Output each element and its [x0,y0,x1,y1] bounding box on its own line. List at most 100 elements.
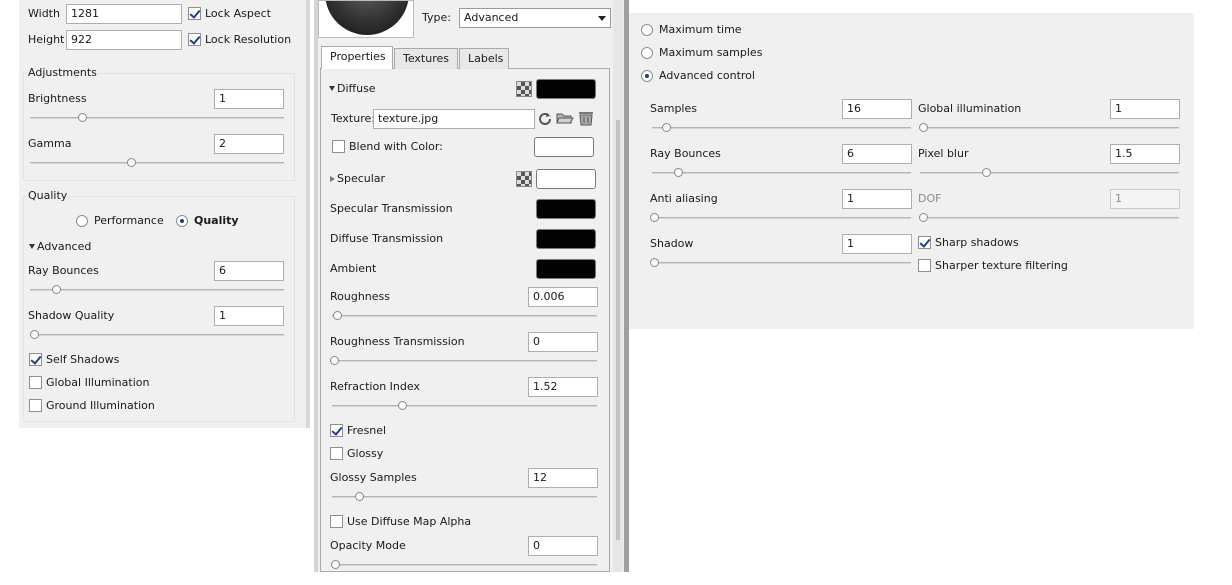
roughness-transmission-slider[interactable] [330,356,597,365]
diffuse-transmission-label: Diffuse Transmission [330,232,444,245]
width-label: Width [28,7,60,20]
shadow-input[interactable]: 1 [842,234,912,254]
tab-labels[interactable]: Labels [459,48,509,69]
diffuse-toggle[interactable]: Diffuse [329,82,376,96]
middle-scrollbar-thumb[interactable] [616,120,620,540]
right-ray-bounces-input[interactable]: 6 [842,144,912,164]
advanced-control-label: Advanced control [659,69,755,82]
lock-resolution-checkbox[interactable] [188,33,201,46]
height-input[interactable]: 922 [66,30,182,50]
samples-input[interactable]: 16 [842,99,912,119]
blend-color-swatch[interactable] [534,137,594,157]
anti-aliasing-slider[interactable] [650,213,911,222]
left-splitter[interactable] [306,0,310,428]
samples-slider[interactable] [652,123,911,132]
brightness-slider[interactable] [30,113,284,122]
pixel-blur-slider[interactable] [920,168,1179,177]
glossy-checkbox[interactable] [330,447,343,460]
gamma-slider-thumb[interactable] [127,158,136,167]
gi-slider[interactable] [919,123,1179,132]
specular-transmission-swatch[interactable] [536,199,596,219]
opacity-mode-input[interactable]: 0 [528,536,598,556]
max-time-label: Maximum time [659,23,742,36]
tab-properties[interactable]: Properties [321,46,393,69]
shadow-slider[interactable] [650,258,911,267]
lock-aspect-checkbox[interactable] [188,7,201,20]
roughness-transmission-input[interactable]: 0 [528,332,598,352]
fresnel-checkbox[interactable] [330,424,343,437]
use-diffuse-alpha-checkbox[interactable] [330,515,343,528]
chevron-right-icon [330,176,335,182]
trash-icon[interactable] [577,110,595,126]
global-illumination-checkbox[interactable] [29,376,42,389]
opacity-mode-slider[interactable] [331,560,597,569]
advanced-toggle[interactable]: Advanced [29,240,91,254]
ray-bounces-slider[interactable] [30,285,284,294]
right-panel [629,13,1194,329]
shadow-quality-label: Shadow Quality [28,309,115,322]
shadow-quality-slider[interactable] [30,330,284,339]
samples-slider-thumb[interactable] [662,123,671,132]
gi-slider-thumb[interactable] [919,123,928,132]
checker-icon[interactable] [516,171,532,187]
diffuse-transmission-swatch[interactable] [536,229,596,249]
pixel-blur-slider-thumb[interactable] [982,168,991,177]
specular-label: Specular [337,172,386,185]
performance-radio[interactable] [76,215,88,227]
shadow-slider-thumb[interactable] [650,258,659,267]
specular-transmission-label: Specular Transmission [330,202,453,215]
self-shadows-checkbox[interactable] [29,353,42,366]
brightness-slider-thumb[interactable] [78,113,87,122]
gamma-input[interactable]: 2 [214,134,284,154]
folder-open-icon[interactable] [556,111,574,125]
texture-input[interactable]: texture.jpg [373,109,535,129]
glossy-samples-input[interactable]: 12 [528,468,598,488]
shadow-quality-slider-thumb[interactable] [30,330,39,339]
self-shadows-label: Self Shadows [46,353,120,366]
brightness-input[interactable]: 1 [214,89,284,109]
roughness-transmission-slider-thumb[interactable] [330,356,339,365]
roughness-input[interactable]: 0.006 [528,287,598,307]
refraction-index-slider[interactable] [332,401,597,410]
specular-color-swatch[interactable] [536,169,596,189]
max-samples-radio[interactable] [641,47,653,59]
glossy-samples-slider-thumb[interactable] [355,492,364,501]
opacity-mode-slider-thumb[interactable] [331,560,340,569]
diffuse-color-swatch[interactable] [536,79,596,99]
ray-bounces-input[interactable]: 6 [214,261,284,281]
ray-bounces-slider-thumb[interactable] [52,285,61,294]
pixel-blur-input[interactable]: 1.5 [1110,144,1180,164]
max-time-radio[interactable] [641,24,653,36]
width-input[interactable]: 1281 [66,4,182,24]
gamma-slider[interactable] [30,158,284,167]
material-preview [318,0,414,38]
ray-bounces-label: Ray Bounces [28,264,99,277]
advanced-label: Advanced [37,240,92,253]
anti-aliasing-slider-thumb[interactable] [650,213,659,222]
anti-aliasing-label: Anti aliasing [650,192,718,205]
refresh-icon[interactable] [538,111,552,125]
right-ray-bounces-label: Ray Bounces [650,147,721,160]
shadow-quality-input[interactable]: 1 [214,306,284,326]
glossy-samples-slider[interactable] [332,492,597,501]
blend-color-checkbox[interactable] [332,140,345,153]
sharp-shadows-checkbox[interactable] [918,236,931,249]
lock-aspect-label: Lock Aspect [205,7,271,20]
specular-toggle[interactable]: Specular [330,172,385,186]
type-select[interactable]: Advanced [459,8,611,28]
ambient-swatch[interactable] [536,259,596,279]
roughness-slider-thumb[interactable] [333,311,342,320]
roughness-slider[interactable] [332,311,597,320]
refraction-index-input[interactable]: 1.52 [528,377,598,397]
gi-input[interactable]: 1 [1110,99,1180,119]
anti-aliasing-input[interactable]: 1 [842,189,912,209]
right-ray-bounces-slider[interactable] [652,168,911,177]
advanced-control-radio[interactable] [641,70,653,82]
tab-textures[interactable]: Textures [394,48,458,69]
sharper-texture-checkbox[interactable] [918,259,931,272]
refraction-index-slider-thumb[interactable] [398,401,407,410]
ground-illumination-checkbox[interactable] [29,399,42,412]
checker-icon[interactable] [516,81,532,97]
quality-radio[interactable] [176,215,188,227]
right-ray-bounces-slider-thumb[interactable] [674,168,683,177]
